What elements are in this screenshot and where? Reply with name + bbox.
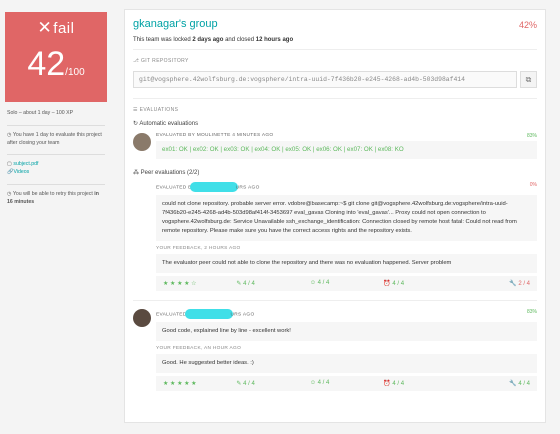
peer-eval-card-2: EVALUATED URS AGO 83% Good code, explaine… (133, 307, 537, 391)
redacted-name (184, 308, 233, 319)
users-icon: ⁂ (133, 169, 141, 176)
peer-eval-pct: 83% (526, 308, 537, 315)
moulinette-avatar (133, 133, 151, 151)
videos-link[interactable]: Videos (13, 169, 29, 175)
avatar (133, 308, 151, 327)
smile-icon: ☺ (309, 380, 318, 386)
group-percent: 42% (518, 20, 537, 30)
feedback-label: YOUR FEEDBACK, 2 HOURS AGO (156, 245, 241, 251)
retry-notice: ◷ You will be able to retry this project… (7, 190, 99, 205)
peer-comment: Good code, explained line by line - exce… (156, 321, 537, 341)
project-sidebar: ✕fail 42/100 Solo – about 1 day – 100 XP… (5, 12, 107, 214)
auto-eval-result: ex01: OK | ex02: OK | ex03: OK | ex04: O… (156, 141, 537, 159)
peer-eval-pct: 0% (529, 181, 537, 188)
auto-eval-title: ↻ Automatic evaluations (133, 121, 199, 127)
copy-icon[interactable]: ⧉ (520, 71, 537, 88)
peer-eval-card-1: EVALUATED B URS AGO 0% could not clone re… (133, 180, 537, 291)
peer-eval-title: ⁂ Peer evaluations (2/2) (133, 169, 200, 176)
wrench-icon: 🔧 (509, 280, 519, 287)
fail-label: ✕fail (37, 18, 75, 37)
star-rating: ★ ★ ★ ★ ★ (163, 380, 197, 387)
feedback-label: YOUR FEEDBACK, AN HOUR AGO (156, 345, 242, 351)
subject-link[interactable]: subject.pdf (13, 161, 38, 167)
feedback-text: The evaluator peer could not able to clo… (156, 253, 537, 273)
final-score: 42/100 (27, 45, 85, 83)
git-section-title: ⎇ GIT REPOSITORY (133, 58, 189, 64)
list-icon: ☰ (133, 107, 140, 113)
peer-comment: could not clone repository. probable ser… (156, 194, 537, 241)
x-icon: ✕ (37, 18, 53, 37)
avatar (133, 182, 151, 200)
star-rating: ★ ★ ★ ★ ☆ (163, 280, 197, 287)
auto-eval-card: EVALUATED BY MOULINETTE 4 MINUTES AGO 83… (133, 131, 537, 159)
alarm-icon: ⏰ (383, 280, 393, 287)
feedback-ratings: ★ ★ ★ ★ ☆ ✎ 4 / 4 ☺ 4 / 4 ⏰ 4 / 4 🔧 2 / … (156, 275, 537, 291)
group-panel: gkanagar's group 42% This team was locke… (124, 9, 546, 423)
project-meta: Solo – about 1 day – 100 XP (7, 110, 74, 116)
auto-eval-pct: 83% (526, 133, 537, 139)
fail-status-box: ✕fail 42/100 (5, 12, 107, 102)
evaluations-title: ☰ EVALUATIONS (133, 107, 179, 113)
alarm-icon: ⏰ (383, 380, 393, 387)
git-icon: ⎇ (133, 58, 141, 64)
eval-notice: ◷ You have 1 day to evaluate this projec… (7, 131, 102, 146)
feedback-ratings: ★ ★ ★ ★ ★ ✎ 4 / 4 ☺ 4 / 4 ⏰ 4 / 4 🔧 4 / … (156, 375, 537, 391)
git-url-field[interactable] (133, 71, 517, 88)
smile-icon: ☺ (309, 280, 318, 287)
lock-status: This team was locked 2 days ago and clos… (133, 37, 294, 43)
wrench-icon: 🔧 (509, 380, 519, 387)
feedback-text: Good. He suggested better ideas. :) (156, 353, 537, 373)
group-title[interactable]: gkanagar's group (133, 18, 537, 30)
redacted-name (189, 181, 238, 192)
